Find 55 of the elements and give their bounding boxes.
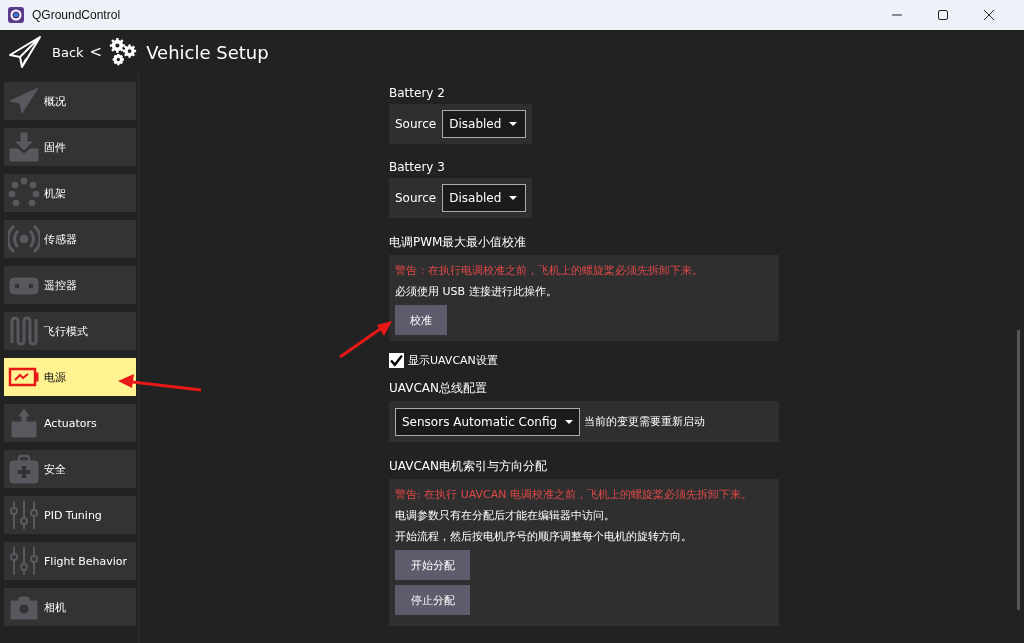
- field-label: Source: [395, 191, 437, 205]
- sidebar-item[interactable]: Actuators: [4, 404, 136, 442]
- dots-icon: [8, 177, 40, 209]
- sidebar-item[interactable]: Flight Behavior: [4, 542, 136, 580]
- maximize-icon[interactable]: [938, 10, 948, 20]
- field-label: Source: [395, 117, 437, 131]
- calibrate-button[interactable]: 校准: [395, 305, 447, 335]
- breadcrumb-separator: <: [89, 43, 103, 61]
- source-dropdown[interactable]: Disabled: [442, 110, 527, 138]
- paper-plane-icon[interactable]: [8, 35, 42, 69]
- sidebar-item[interactable]: 固件: [4, 128, 136, 166]
- sidebar-item[interactable]: 安全: [4, 450, 136, 488]
- sidebar-item[interactable]: 相机: [4, 588, 136, 626]
- section-title: Battery 2: [389, 86, 445, 100]
- info-text: 电调参数只有在分配后才能在编辑器中访问。: [395, 508, 616, 523]
- section-title: UAVCAN总线配置: [389, 380, 487, 397]
- warning-text: 警告：在执行电调校准之前，飞机上的螺旋桨必须先拆卸下来。: [395, 263, 704, 278]
- sidebar-item[interactable]: 机架: [4, 174, 136, 212]
- section-title: Battery 3: [389, 160, 445, 174]
- bus-config-dropdown[interactable]: Sensors Automatic Config: [395, 407, 581, 436]
- caret-icon: [565, 419, 574, 424]
- assignment-button[interactable]: 停止分配: [395, 585, 470, 615]
- info-text: 开始流程，然后按电机序号的顺序调整每个电机的旋转方向。: [395, 529, 693, 544]
- caret-icon: [509, 196, 518, 200]
- sidebar-item[interactable]: PID Tuning: [4, 496, 136, 534]
- page-title: Vehicle Setup: [146, 41, 269, 63]
- sidebar-item[interactable]: 遥控器: [4, 266, 136, 304]
- sidebar-item[interactable]: 概况: [4, 82, 136, 120]
- signal-icon: [8, 223, 40, 255]
- app-logo-icon: [8, 7, 24, 23]
- section-title: UAVCAN电机索引与方向分配: [389, 458, 547, 475]
- back-button[interactable]: Back: [52, 44, 84, 60]
- download-icon: [8, 131, 40, 163]
- info-text: 必须使用 USB 连接进行此操作。: [395, 284, 558, 299]
- window-title: QGroundControl: [32, 8, 121, 22]
- assignment-button[interactable]: 开始分配: [395, 550, 470, 580]
- sliders-icon: [8, 499, 40, 531]
- source-dropdown[interactable]: Disabled: [442, 184, 527, 212]
- actuator-icon: [8, 407, 40, 439]
- warning-text: 警告: 在执行 UAVCAN 电调校准之前，飞机上的螺旋桨必须先拆卸下来。: [395, 487, 754, 502]
- sidebar-item[interactable]: 飞行模式: [4, 312, 136, 350]
- sidebar-item[interactable]: 传感器: [4, 220, 136, 258]
- caret-icon: [509, 122, 518, 126]
- annotation-arrow: [339, 321, 392, 359]
- scrollbar[interactable]: [1017, 330, 1020, 610]
- sliders-icon: [8, 545, 40, 577]
- section-title: 电调PWM最大最小值校准: [389, 234, 527, 251]
- gears-icon: [108, 37, 139, 67]
- wave-icon: [8, 315, 40, 347]
- checkbox-label: 显示UAVCAN设置: [408, 353, 498, 368]
- medkit-icon: [8, 453, 40, 485]
- restart-note: 当前的变更需要重新启动: [584, 414, 706, 429]
- close-icon[interactable]: [984, 10, 994, 20]
- checkbox[interactable]: [389, 353, 404, 368]
- sidebar-item[interactable]: 电源: [4, 358, 136, 396]
